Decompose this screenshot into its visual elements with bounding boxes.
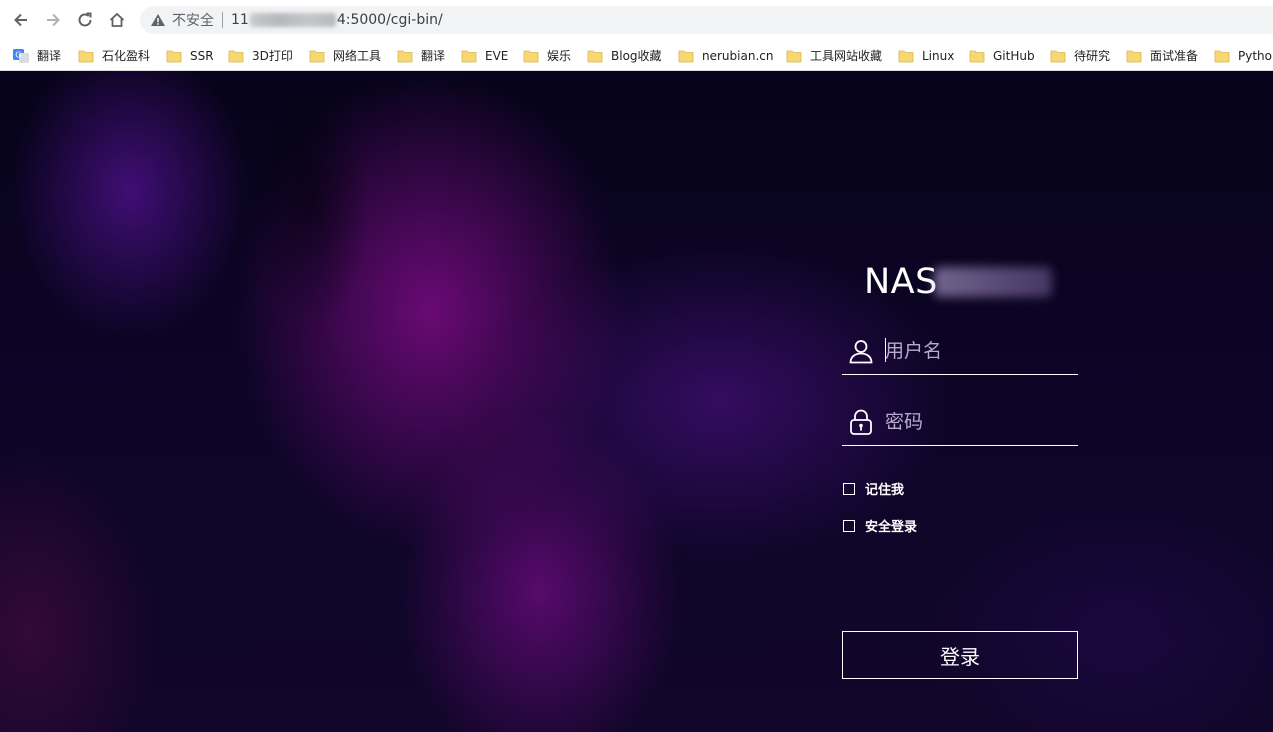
warning-icon (151, 14, 165, 26)
bookmark-item[interactable]: 石化盈科 (78, 46, 150, 65)
folder-icon (461, 50, 477, 62)
bookmark-item[interactable]: Linux (898, 46, 954, 65)
browser-toolbar: 不安全 11 4:5000/cgi-bin/ (0, 0, 1273, 40)
google-translate-icon: G (13, 48, 29, 63)
folder-icon (309, 50, 325, 62)
remember-me-checkbox[interactable] (843, 482, 855, 495)
folder-icon (78, 50, 94, 62)
bookmark-item[interactable]: 翻译 (397, 46, 445, 65)
login-page-background: NAS 记住我 安全登录 (0, 71, 1273, 732)
address-bar[interactable]: 不安全 11 4:5000/cgi-bin/ (140, 6, 1273, 34)
svg-text:G: G (15, 50, 21, 59)
bookmarks-bar: G 翻译 石化盈科 SSR 3D打印 网络工具 翻译 EVE 娱乐 Blog收藏… (0, 40, 1273, 71)
folder-icon (1126, 50, 1142, 62)
folder-icon (523, 50, 539, 62)
server-name-title: NAS (864, 261, 1052, 303)
folder-icon (166, 50, 182, 62)
bookmark-item[interactable]: Blog收藏 (587, 46, 662, 65)
folder-icon (1214, 50, 1230, 62)
url-text-suffix: 4:5000/cgi-bin/ (336, 12, 443, 28)
url-separator (222, 12, 223, 28)
bookmark-item[interactable]: 待研究 (1050, 46, 1110, 65)
arrow-right-icon (47, 13, 60, 27)
folder-icon (898, 50, 914, 62)
folder-icon (1050, 50, 1066, 62)
bookmark-item[interactable]: G 翻译 (13, 46, 61, 65)
bookmark-item[interactable]: 娱乐 (523, 46, 571, 65)
secure-login-label: 安全登录 (865, 520, 918, 535)
url-text-prefix: 11 (231, 12, 249, 28)
secure-login-option[interactable]: 安全登录 (843, 516, 917, 535)
reload-icon (78, 12, 92, 27)
home-icon (109, 12, 125, 27)
bookmark-item[interactable]: SSR (166, 46, 214, 65)
folder-icon (969, 50, 985, 62)
bookmark-item[interactable]: GitHub (969, 46, 1035, 65)
arrow-left-icon (14, 13, 27, 27)
password-input[interactable] (885, 410, 1065, 433)
home-button[interactable] (104, 8, 130, 32)
reload-button[interactable] (72, 8, 98, 32)
folder-icon (228, 50, 244, 62)
folder-icon (397, 50, 413, 62)
bookmark-item[interactable]: 3D打印 (228, 46, 293, 65)
password-field[interactable] (842, 398, 1078, 446)
back-button[interactable] (8, 8, 34, 32)
lock-icon (850, 409, 872, 435)
login-button[interactable]: 登录 (842, 631, 1078, 679)
remember-me-option[interactable]: 记住我 (843, 479, 904, 498)
secure-login-checkbox[interactable] (843, 519, 855, 532)
bookmark-item[interactable]: Python (1214, 46, 1273, 65)
username-field[interactable] (842, 327, 1078, 375)
folder-icon (587, 50, 603, 62)
text-cursor (885, 338, 886, 362)
folder-icon (786, 50, 802, 62)
folder-icon (678, 50, 694, 62)
server-name-text: NAS (864, 262, 938, 302)
server-name-redacted (933, 267, 1052, 297)
user-icon (849, 339, 873, 363)
forward-button[interactable] (40, 8, 66, 32)
bookmark-item[interactable]: EVE (461, 46, 508, 65)
remember-me-label: 记住我 (865, 483, 905, 498)
bookmark-item[interactable]: 面试准备 (1126, 46, 1198, 65)
bookmark-item[interactable]: 工具网站收藏 (786, 46, 882, 65)
bookmark-item[interactable]: 网络工具 (309, 46, 381, 65)
url-redacted (249, 13, 336, 27)
background-decoration (250, 71, 370, 331)
security-status-label: 不安全 (172, 13, 214, 29)
bookmark-item[interactable]: nerubian.cn (678, 46, 773, 65)
username-input[interactable] (885, 339, 1065, 362)
